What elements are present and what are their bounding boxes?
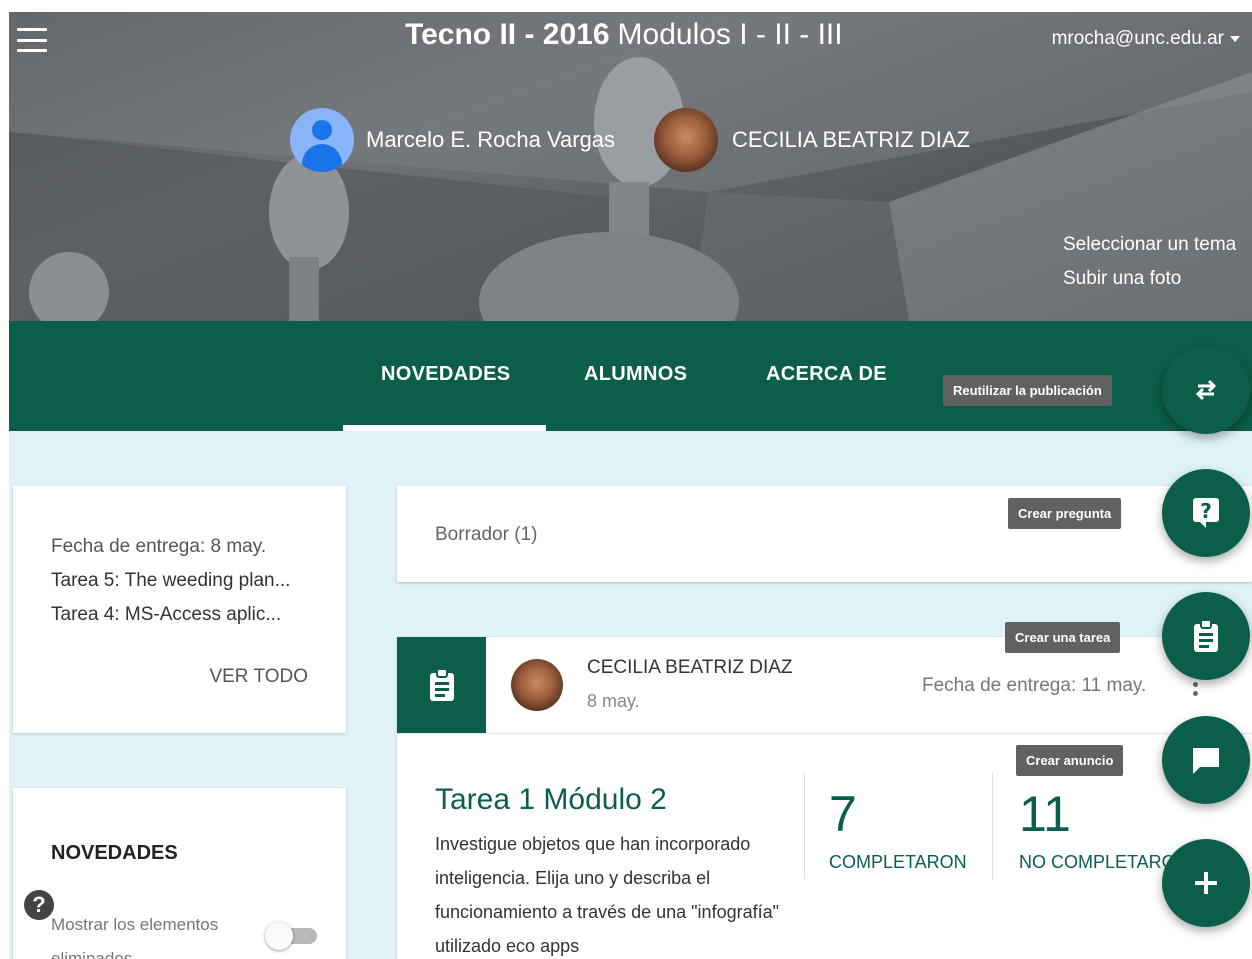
banner-actions: Seleccionar un tema Subir una foto: [1063, 228, 1236, 296]
not-completed-count[interactable]: 11: [1019, 785, 1071, 843]
avatar: [654, 108, 718, 172]
post-date: 8 may.: [587, 691, 640, 711]
select-theme-link[interactable]: Seleccionar un tema: [1063, 228, 1236, 262]
create-question-button[interactable]: ?: [1162, 469, 1250, 557]
upload-photo-link[interactable]: Subir una foto: [1063, 262, 1236, 296]
create-announcement-button[interactable]: [1162, 716, 1250, 804]
help-icon[interactable]: ?: [24, 890, 54, 920]
repost-icon: [1195, 379, 1217, 401]
divider: [992, 773, 993, 879]
active-tab-indicator: [343, 425, 546, 431]
teacher-chip: CECILIA BEATRIZ DIAZ: [654, 108, 970, 172]
account-email: mrocha@unc.edu.ar: [1051, 28, 1224, 49]
create-task-button[interactable]: [1162, 592, 1250, 680]
reuse-post-tooltip: Reutilizar la publicación: [943, 375, 1112, 406]
course-name: Tecno II - 2016: [405, 18, 610, 51]
course-banner: Tecno II - 2016 Modulos I - II - III mroc…: [9, 12, 1252, 321]
draft-label: Borrador (1): [435, 524, 538, 545]
due-date-label: Fecha de entrega: 8 may.: [51, 536, 267, 557]
tab-acerca-de[interactable]: ACERCA DE: [766, 363, 887, 386]
divider: [397, 733, 1252, 734]
svg-text:?: ?: [1200, 499, 1212, 523]
show-deleted-toggle[interactable]: [265, 922, 321, 950]
reuse-post-button[interactable]: [1162, 346, 1250, 434]
plus-icon: [1195, 872, 1217, 894]
create-question-tooltip: Crear pregunta: [1008, 498, 1122, 529]
assignment-description: Investigue objetos que han incorporado i…: [435, 834, 779, 956]
assignment-icon: [397, 637, 486, 733]
create-task-tooltip: Crear una tarea: [1005, 622, 1121, 653]
question-icon: ?: [1193, 498, 1219, 528]
caret-down-icon: [1230, 35, 1240, 42]
create-button[interactable]: [1162, 839, 1250, 927]
classroom-page: Tecno II - 2016 Modulos I - II - III mroc…: [9, 12, 1252, 959]
post-due-date: Fecha de entrega: 11 may.: [922, 675, 1147, 696]
completed-count[interactable]: 7: [829, 785, 857, 843]
completed-label[interactable]: COMPLETARON: [829, 852, 967, 873]
tab-alumnos[interactable]: ALUMNOS: [584, 363, 687, 386]
tab-novedades[interactable]: NOVEDADES: [381, 363, 510, 386]
top-bar: Tecno II - 2016 Modulos I - II - III mroc…: [9, 12, 1252, 68]
assignment-title[interactable]: Tarea 1 Módulo 2: [435, 783, 667, 817]
upcoming-card: Fecha de entrega: 8 may. Tarea 5: The we…: [13, 486, 346, 733]
news-heading: NOVEDADES: [51, 842, 178, 864]
post-author: CECILIA BEATRIZ DIAZ: [587, 657, 793, 678]
view-all-link[interactable]: VER TODO: [209, 666, 308, 688]
divider: [804, 773, 805, 879]
course-title: Tecno II - 2016 Modulos I - II - III: [405, 18, 843, 52]
avatar: [511, 659, 563, 711]
upcoming-item[interactable]: Tarea 4: MS-Access aplic...: [51, 604, 281, 626]
chat-icon: [1193, 748, 1219, 774]
course-section: Modulos I - II - III: [617, 18, 843, 51]
teacher-name: Marcelo E. Rocha Vargas: [366, 127, 616, 152]
account-menu[interactable]: mrocha@unc.edu.ar: [1052, 28, 1240, 50]
menu-icon[interactable]: [17, 28, 47, 52]
assignment-icon: [1194, 619, 1218, 652]
upcoming-item[interactable]: Tarea 5: The weeding plan...: [51, 570, 290, 592]
teacher-name: CECILIA BEATRIZ DIAZ: [732, 127, 970, 152]
assignment-post: CECILIA BEATRIZ DIAZ 8 may. Fecha de ent…: [397, 637, 1252, 959]
show-deleted-label: Mostrar los elementos eliminados: [51, 915, 219, 959]
news-filter-card: NOVEDADES Mostrar los elementos eliminad…: [13, 788, 346, 959]
avatar: [290, 108, 354, 172]
teacher-chip: Marcelo E. Rocha Vargas: [290, 108, 615, 172]
draft-card[interactable]: Borrador (1): [397, 486, 1252, 582]
create-announcement-tooltip: Crear anuncio: [1016, 745, 1124, 776]
